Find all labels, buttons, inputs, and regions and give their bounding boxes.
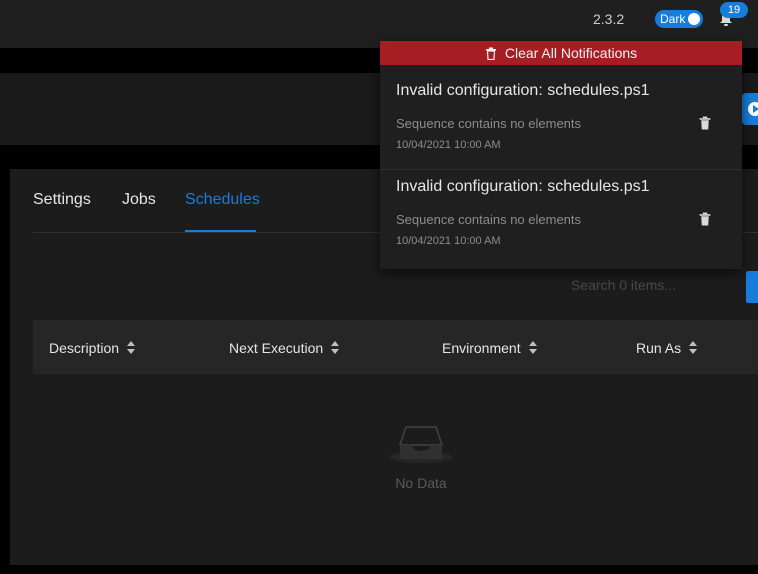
notification-description: Sequence contains no elements — [396, 212, 582, 227]
column-header-label: Environment — [442, 340, 521, 356]
run-button[interactable] — [742, 93, 758, 125]
sort-icon[interactable] — [689, 341, 698, 355]
delete-notification-icon[interactable] — [698, 116, 712, 130]
notification-count-badge: 19 — [720, 2, 748, 18]
notification-description: Sequence contains no elements — [396, 116, 582, 131]
empty-state-text: No Data — [395, 475, 447, 491]
column-header-label: Description — [49, 340, 120, 356]
app-version: 2.3.2 — [593, 11, 625, 27]
active-tab-indicator — [185, 230, 256, 232]
sort-icon[interactable] — [528, 341, 537, 355]
tab-schedules[interactable]: Schedules — [185, 191, 260, 209]
theme-toggle[interactable]: Dark — [655, 10, 703, 28]
notification-time: 10/04/2021 10:00 AM — [396, 139, 501, 151]
sort-icon[interactable] — [127, 341, 136, 355]
notification-time: 10/04/2021 10:00 AM — [396, 235, 501, 247]
search-input[interactable]: Search 0 items... — [571, 277, 751, 301]
column-header-label: Next Execution — [229, 340, 324, 356]
trash-icon — [485, 47, 496, 60]
sort-icon[interactable] — [331, 341, 340, 355]
notification-item: Invalid configuration: schedules.ps1 Seq… — [380, 74, 742, 170]
column-run-as[interactable]: Run As — [636, 340, 698, 356]
clear-all-label: Clear All Notifications — [504, 45, 638, 61]
notifications-panel: Clear All Notifications Invalid configur… — [380, 41, 742, 269]
column-description[interactable]: Description — [49, 340, 136, 356]
tab-settings[interactable]: Settings — [33, 191, 91, 209]
column-next-execution[interactable]: Next Execution — [229, 340, 340, 356]
table-header: Description Next Execution Environment R… — [33, 320, 758, 374]
column-environment[interactable]: Environment — [442, 340, 537, 356]
search-button[interactable] — [746, 271, 758, 303]
empty-inbox-icon — [390, 426, 452, 463]
theme-toggle-knob — [688, 13, 700, 25]
column-header-label: Run As — [636, 340, 682, 356]
delete-notification-icon[interactable] — [698, 212, 712, 226]
play-icon — [748, 102, 758, 116]
notification-title: Invalid configuration: schedules.ps1 — [396, 82, 650, 99]
notification-item: Invalid configuration: schedules.ps1 Seq… — [380, 169, 742, 265]
theme-toggle-label: Dark — [660, 12, 686, 26]
notification-title: Invalid configuration: schedules.ps1 — [396, 178, 650, 195]
tab-jobs[interactable]: Jobs — [122, 191, 156, 209]
clear-all-notifications-button[interactable]: Clear All Notifications — [380, 41, 742, 65]
